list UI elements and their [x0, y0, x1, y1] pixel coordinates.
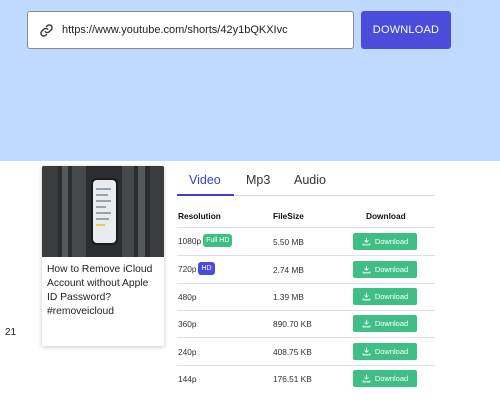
url-input-box[interactable] — [27, 11, 354, 49]
row-filesize: 2.74 MB — [273, 265, 304, 275]
download-button-label: Download — [374, 265, 409, 274]
video-card: How to Remove iCloud Account without App… — [42, 166, 164, 346]
tab-mp3[interactable]: Mp3 — [246, 173, 270, 187]
quality-badge: HD — [198, 262, 215, 275]
tab-audio[interactable]: Audio — [294, 173, 326, 187]
download-submit-button[interactable]: DOWNLOAD — [361, 11, 451, 49]
row-resolution: 360p — [178, 319, 197, 329]
row-divider — [177, 310, 435, 311]
download-icon — [362, 265, 371, 274]
download-icon — [362, 292, 371, 301]
download-button[interactable]: Download — [353, 233, 417, 250]
row-divider — [177, 255, 435, 256]
row-resolution: 144p — [178, 374, 197, 384]
download-icon — [362, 237, 371, 246]
row-filesize: 176.51 KB — [273, 374, 312, 384]
download-button-label: Download — [374, 347, 409, 356]
format-tabs: Video Mp3 Audio — [177, 166, 435, 196]
download-button[interactable]: Download — [353, 261, 417, 278]
row-filesize: 890.70 KB — [273, 319, 312, 329]
row-resolution: 480p — [178, 292, 197, 302]
download-button-label: Download — [374, 319, 409, 328]
row-filesize: 408.75 KB — [273, 347, 312, 357]
download-icon — [362, 374, 371, 383]
row-resolution: 720p HD — [178, 262, 215, 275]
hero-section: DOWNLOAD — [0, 0, 500, 161]
row-divider — [177, 337, 435, 338]
tab-video[interactable]: Video — [189, 173, 221, 187]
header-download: Download — [366, 211, 406, 221]
row-resolution: 1080p Full HD — [178, 234, 233, 247]
header-resolution: Resolution — [178, 211, 221, 221]
row-resolution: 240p — [178, 347, 197, 357]
download-button[interactable]: Download — [353, 315, 417, 332]
download-icon — [362, 347, 371, 356]
video-thumbnail[interactable] — [42, 166, 164, 257]
row-filesize: 1.39 MB — [273, 292, 304, 302]
url-input[interactable] — [62, 24, 342, 36]
download-button-label: Download — [374, 374, 409, 383]
header-filesize: FileSize — [273, 211, 304, 221]
phone-illustration — [91, 178, 118, 245]
download-button-label: Download — [374, 292, 409, 301]
header-divider — [177, 227, 435, 228]
link-icon — [40, 23, 53, 37]
download-icon — [362, 319, 371, 328]
quality-badge: Full HD — [203, 234, 233, 247]
video-title: How to Remove iCloud Account without App… — [47, 264, 153, 317]
row-divider — [177, 283, 435, 284]
row-filesize: 5.50 MB — [273, 237, 304, 247]
download-button-label: Download — [374, 237, 409, 246]
download-button[interactable]: Download — [353, 343, 417, 360]
active-tab-indicator — [177, 194, 234, 196]
download-button[interactable]: Download — [353, 370, 417, 387]
download-button[interactable]: Download — [353, 288, 417, 305]
resolution-label: 1080p — [178, 235, 202, 246]
row-divider — [177, 365, 435, 366]
video-count: 21 — [5, 327, 17, 338]
resolution-label: 720p — [178, 263, 197, 274]
